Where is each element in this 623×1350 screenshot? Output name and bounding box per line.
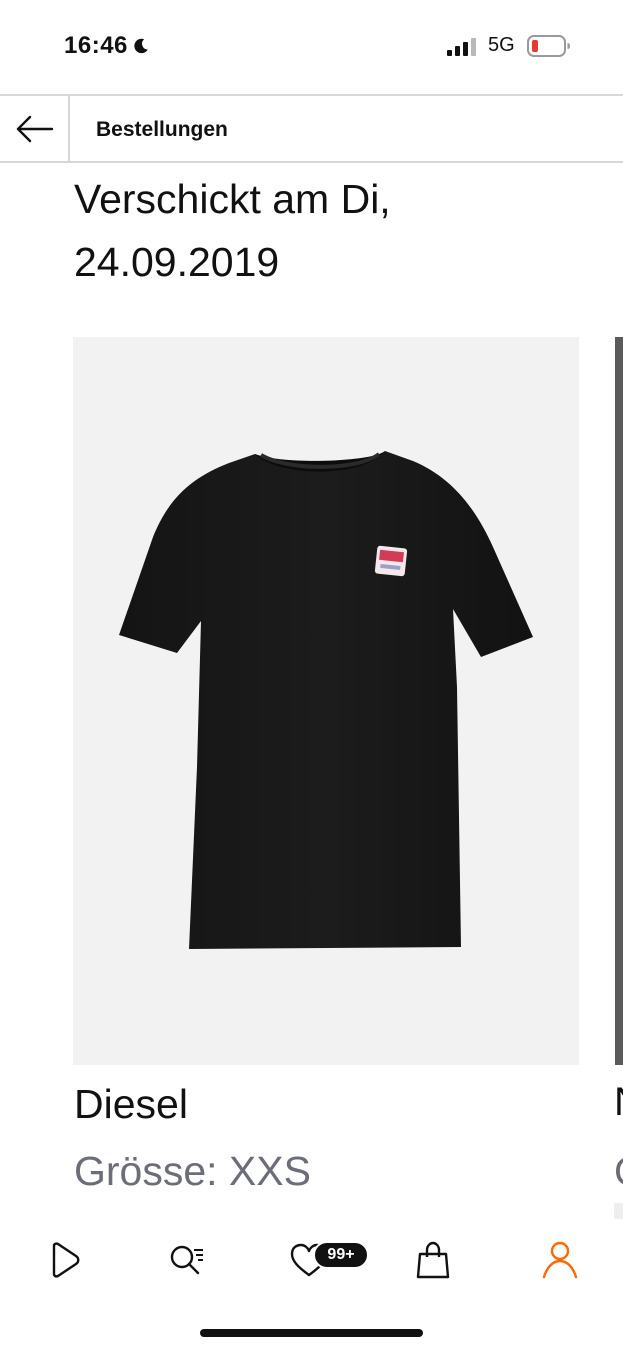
orders-screen: 16:46 5G Bestellungen Verschickt am Di, … xyxy=(0,0,623,1350)
wishlist-count-badge: 99+ xyxy=(313,1241,369,1269)
status-time-wrap: 16:46 xyxy=(64,32,150,60)
arrow-left-icon xyxy=(16,115,54,142)
tab-search[interactable] xyxy=(158,1233,214,1287)
bottom-tab-bar: 99+ xyxy=(0,1225,623,1295)
tab-cart[interactable] xyxy=(405,1233,461,1287)
back-button[interactable] xyxy=(0,96,70,161)
tab-discover[interactable] xyxy=(35,1233,91,1287)
product-size: Grösse: XXS xyxy=(74,1148,311,1194)
battery-icon xyxy=(527,35,570,57)
tab-profile[interactable] xyxy=(532,1233,588,1287)
moon-icon xyxy=(134,38,148,54)
network-label: 5G xyxy=(488,34,515,56)
product-image[interactable] xyxy=(73,337,579,1065)
tshirt-image xyxy=(119,451,533,949)
home-indicator xyxy=(200,1329,423,1337)
play-icon xyxy=(52,1242,80,1278)
page-title: Bestellungen xyxy=(96,118,228,141)
next-product-divider xyxy=(614,1203,623,1219)
search-list-icon xyxy=(170,1245,203,1275)
next-product-size-partial: G xyxy=(614,1150,623,1195)
shopping-bag-icon xyxy=(416,1241,450,1279)
next-product-brand-partial: N xyxy=(614,1080,623,1125)
status-time: 16:46 xyxy=(64,32,128,59)
signal-icon xyxy=(447,38,476,56)
product-brand: Diesel xyxy=(74,1081,188,1127)
profile-icon xyxy=(542,1241,578,1279)
next-product-image-edge[interactable] xyxy=(615,337,623,1065)
shipped-date-heading: Verschickt am Di, 24.09.2019 xyxy=(74,176,391,285)
status-bar: 16:46 5G xyxy=(0,0,623,94)
top-navigation-bar: Bestellungen xyxy=(0,94,623,163)
